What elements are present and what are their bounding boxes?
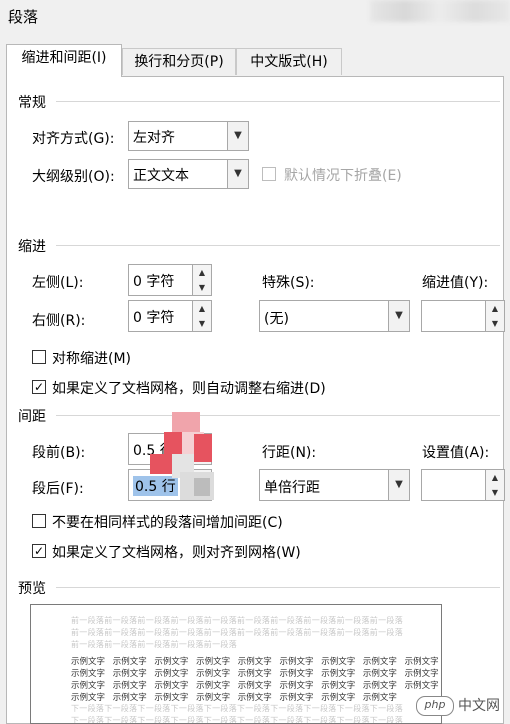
section-indent-title: 缩进 [18,239,46,255]
indent-by-spinner[interactable]: ▲ ▼ [421,300,505,332]
spinner-buttons: ▲ ▼ [192,265,211,295]
section-general-title: 常规 [18,95,46,111]
tab-strip: 缩进和间距(I) 换行和分页(P) 中文版式(H) [6,44,506,77]
special-indent-value: (无) [264,311,289,327]
section-spacing-title: 间距 [18,409,46,425]
spin-down-icon[interactable]: ▼ [486,485,504,500]
preview-sample-text: 示例文字 示例文字 示例文字 示例文字 示例文字 示例文字 示例文字 示例文字 … [71,681,439,691]
spin-up-icon[interactable]: ▲ [486,301,504,317]
blurred-titlebar-controls [370,0,510,22]
php-logo: php [416,696,454,716]
preview-next-paragraph: 下一段落下一段落下一段落下一段落下一段落下一段落下一段落下一段落下一段落下一段落 [71,716,403,724]
alignment-label: 对齐方式(G): [32,131,115,147]
spinner-buttons: ▲ ▼ [192,301,211,331]
section-preview-title: 预览 [18,581,46,597]
snap-to-grid-checkbox[interactable]: ✓ [32,544,46,558]
left-indent-value: 0 字符 [133,274,175,290]
line-spacing-at-label: 设置值(A): [422,445,490,461]
outline-level-value: 正文文本 [133,168,189,184]
auto-adjust-indent-checkbox[interactable]: ✓ [32,380,46,394]
mirror-indent-checkbox[interactable] [32,350,46,364]
site-watermark: php 中文网 [416,695,500,716]
special-indent-select[interactable]: (无) ▼ [259,300,410,332]
special-indent-label: 特殊(S): [262,275,315,291]
line-spacing-at-spinner[interactable]: ▲ ▼ [421,469,505,501]
pixelated-overlay [150,412,218,502]
chevron-down-icon[interactable]: ▼ [227,122,248,150]
preview-sample-text: 示例文字 示例文字 示例文字 示例文字 示例文字 示例文字 示例文字 示例文字 [71,693,397,703]
spin-down-icon[interactable]: ▼ [193,316,211,331]
outline-level-label: 大纲级别(O): [32,169,115,185]
space-after-label: 段后(F): [32,481,84,497]
preview-prev-paragraph: 前一段落前一段落前一段落前一段落前一段落前一段落前一段落前一段落前一段落前一段落 [71,616,403,625]
snap-to-grid-label: 如果定义了文档网格，则对齐到网格(W) [52,545,301,561]
right-indent-value: 0 字符 [133,310,175,326]
preview-sample-text: 示例文字 示例文字 示例文字 示例文字 示例文字 示例文字 示例文字 示例文字 … [71,657,439,667]
tab-indent-spacing[interactable]: 缩进和间距(I) [6,44,122,77]
auto-adjust-indent-label: 如果定义了文档网格，则自动调整右缩进(D) [52,381,326,397]
line-spacing-value: 单倍行距 [264,480,320,496]
line-spacing-label: 行距(N): [262,445,317,461]
space-before-label: 段前(B): [32,445,86,461]
chevron-down-icon[interactable]: ▼ [388,301,409,331]
right-indent-spinner[interactable]: 0 字符 ▲ ▼ [128,300,212,332]
left-indent-label: 左侧(L): [32,275,84,291]
spinner-buttons: ▲ ▼ [485,301,504,331]
alignment-value: 左对齐 [133,130,175,146]
preview-sample-text: 示例文字 示例文字 示例文字 示例文字 示例文字 示例文字 示例文字 示例文字 … [71,669,439,679]
preview-pane: 前一段落前一段落前一段落前一段落前一段落前一段落前一段落前一段落前一段落前一段落… [30,604,442,724]
divider [56,245,500,246]
spin-up-icon[interactable]: ▲ [193,265,211,281]
tab-asian-typography[interactable]: 中文版式(H) [236,48,342,75]
divider [56,415,500,416]
divider [56,101,500,102]
preview-prev-paragraph: 前一段落前一段落前一段落前一段落前一段落前一段落前一段落前一段落前一段落前一段落 [71,628,403,637]
tab-line-page-breaks[interactable]: 换行和分页(P) [122,48,236,75]
indent-by-label: 缩进值(Y): [422,275,489,291]
no-space-same-style-checkbox[interactable] [32,514,46,528]
watermark-text: 中文网 [458,698,500,714]
spin-down-icon[interactable]: ▼ [486,316,504,331]
preview-prev-paragraph: 前一段落前一段落前一段落前一段落前一段落 [71,640,237,649]
alignment-select[interactable]: 左对齐 ▼ [128,121,249,151]
divider [56,587,500,588]
chevron-down-icon[interactable]: ▼ [227,160,248,188]
dialog-title: 段落 [8,8,39,26]
outline-level-select[interactable]: 正文文本 ▼ [128,159,249,189]
no-space-same-style-label: 不要在相同样式的段落间增加间距(C) [52,515,283,531]
spinner-buttons: ▲ ▼ [485,470,504,500]
spin-up-icon[interactable]: ▲ [193,301,211,317]
collapse-checkbox[interactable] [262,167,276,181]
mirror-indent-label: 对称缩进(M) [52,351,132,367]
line-spacing-select[interactable]: 单倍行距 ▼ [259,469,410,501]
spin-up-icon[interactable]: ▲ [486,470,504,486]
collapse-label: 默认情况下折叠(E) [284,168,402,184]
checkmark-icon: ✓ [33,544,45,558]
right-indent-label: 右侧(R): [32,313,86,329]
checkmark-icon: ✓ [33,380,45,394]
left-indent-spinner[interactable]: 0 字符 ▲ ▼ [128,264,212,296]
spin-down-icon[interactable]: ▼ [193,280,211,295]
preview-next-paragraph: 下一段落下一段落下一段落下一段落下一段落下一段落下一段落下一段落下一段落下一段落 [71,704,403,713]
chevron-down-icon[interactable]: ▼ [388,470,409,500]
